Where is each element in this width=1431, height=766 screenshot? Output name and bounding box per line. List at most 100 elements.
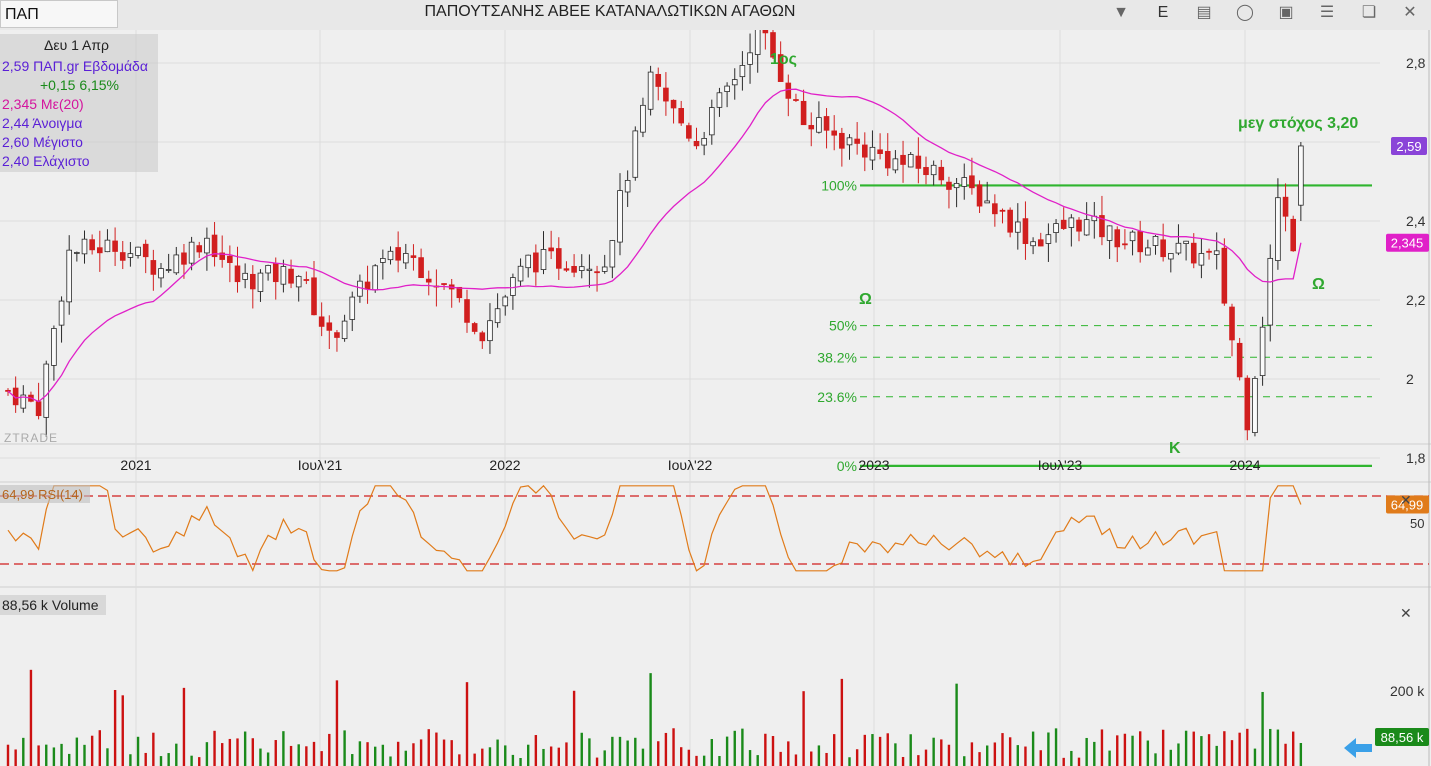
volume-bar	[542, 748, 545, 766]
scroll-left-icon[interactable]	[1344, 738, 1372, 758]
candle-body	[862, 144, 868, 158]
candle-body	[204, 237, 210, 254]
candle-body	[632, 130, 639, 178]
candle-body	[364, 281, 371, 290]
candle	[907, 151, 914, 168]
volume-bar	[1054, 728, 1058, 766]
volume-bar	[1161, 729, 1165, 766]
candle-body	[1168, 253, 1174, 260]
fib-level-label: 0%	[837, 458, 857, 474]
candle-body	[976, 184, 983, 207]
candle-body	[1259, 326, 1266, 377]
candle-body	[1244, 377, 1251, 431]
candle-body	[548, 247, 554, 252]
volume-bar	[366, 742, 369, 766]
volume-bar	[840, 678, 844, 766]
candle-body	[380, 258, 386, 263]
lock-icon[interactable]: ▣	[1268, 0, 1304, 28]
candle-body	[923, 167, 929, 176]
price-tick-label: 2,2	[1406, 292, 1426, 308]
candle-body	[578, 266, 585, 271]
candle	[1221, 238, 1228, 306]
volume-bar	[243, 731, 247, 766]
close-icon[interactable]: ✕	[1392, 0, 1428, 28]
candle-body	[326, 322, 333, 331]
candle-body	[716, 92, 723, 108]
volume-bar	[833, 734, 836, 766]
volume-bar	[389, 756, 392, 766]
volume-bar	[427, 729, 430, 766]
volume-bar	[60, 743, 63, 766]
candle-body	[1152, 235, 1159, 246]
candle-body	[104, 239, 111, 253]
volume-bar	[1184, 730, 1188, 766]
volume-bar	[121, 695, 124, 766]
candle-body	[808, 125, 815, 130]
candle-body	[1290, 218, 1297, 252]
candle-body	[295, 275, 302, 288]
volume-bar	[205, 742, 209, 766]
candle-body	[793, 99, 799, 101]
menu-icon[interactable]: ☰	[1309, 0, 1345, 28]
volume-bar	[855, 749, 859, 766]
restore-icon[interactable]: ❏	[1351, 0, 1387, 28]
volume-close-icon[interactable]: ✕	[1400, 605, 1412, 621]
volume-bar	[871, 734, 874, 766]
volume-bar	[955, 683, 958, 766]
candle-body	[410, 255, 417, 258]
comment-icon[interactable]: ◯	[1227, 0, 1263, 28]
candle-body	[884, 150, 891, 169]
instrument-title: ΠΑΠΟΥΤΣΑΝΗΣ ΑΒΕΕ ΚΑΤΑΝΑΛΩΤΙΚΩΝ ΑΓΑΘΩΝ	[424, 3, 796, 20]
candle-body	[127, 253, 134, 258]
layout-icon[interactable]: ▤	[1186, 0, 1222, 28]
ma-tag-text: 2,345	[1391, 236, 1424, 251]
volume-bar	[802, 691, 805, 766]
volume-bar	[1177, 743, 1180, 766]
candle-body	[165, 269, 172, 271]
symbol-field[interactable]: ΠΑΠ	[0, 0, 118, 28]
candle-body	[563, 268, 570, 271]
volume-bar	[1047, 732, 1050, 766]
stock-chart[interactable]: 0%23.6%38.2%50%100%161.8% 64,99 RSI(14)6…	[0, 30, 1431, 766]
candle-body	[158, 268, 164, 279]
candle-body	[640, 104, 646, 133]
time-tick-label: Ιουλ'23	[1038, 457, 1083, 473]
e-icon[interactable]: E	[1145, 0, 1181, 28]
fib-level-label: 100%	[821, 177, 857, 193]
volume-bar	[442, 739, 446, 766]
candle-body	[280, 266, 287, 285]
volume-bar	[1261, 691, 1264, 766]
volume-bar	[458, 754, 461, 766]
rsi-close-icon[interactable]: ✕	[1400, 492, 1412, 508]
omega-label: Ω	[1312, 276, 1325, 293]
candle-body	[1160, 239, 1166, 258]
candle-body	[51, 328, 57, 366]
candle-body	[510, 277, 516, 296]
candle-body	[311, 277, 317, 316]
candle-body	[387, 250, 394, 261]
volume-bar	[519, 757, 522, 766]
rsi-panel: 64,99 RSI(14)64,9950✕	[0, 484, 1429, 572]
volume-bar	[664, 732, 668, 766]
candle	[1252, 376, 1258, 437]
chevron-down-icon[interactable]: ▼	[1103, 0, 1139, 28]
time-tick-label: Ιουλ'22	[668, 457, 713, 473]
volume-bar	[496, 739, 499, 766]
volume-bar	[52, 747, 56, 766]
volume-bar	[649, 673, 652, 766]
volume-bar	[1154, 753, 1157, 766]
volume-bar	[481, 748, 484, 766]
wave-1-label: 1ος	[770, 51, 797, 68]
candle-body	[762, 30, 769, 34]
candle-body	[663, 87, 669, 102]
candle-body	[479, 332, 486, 342]
candle-body	[1007, 209, 1013, 233]
price-tick-label: 1,8	[1406, 450, 1426, 466]
time-tick-label: 2021	[120, 457, 151, 473]
volume-bar	[894, 743, 897, 766]
candle-body	[89, 239, 95, 251]
candle	[1290, 215, 1297, 252]
volume-bar	[22, 737, 25, 766]
volume-bar	[351, 754, 354, 766]
volume-bar	[924, 749, 928, 766]
